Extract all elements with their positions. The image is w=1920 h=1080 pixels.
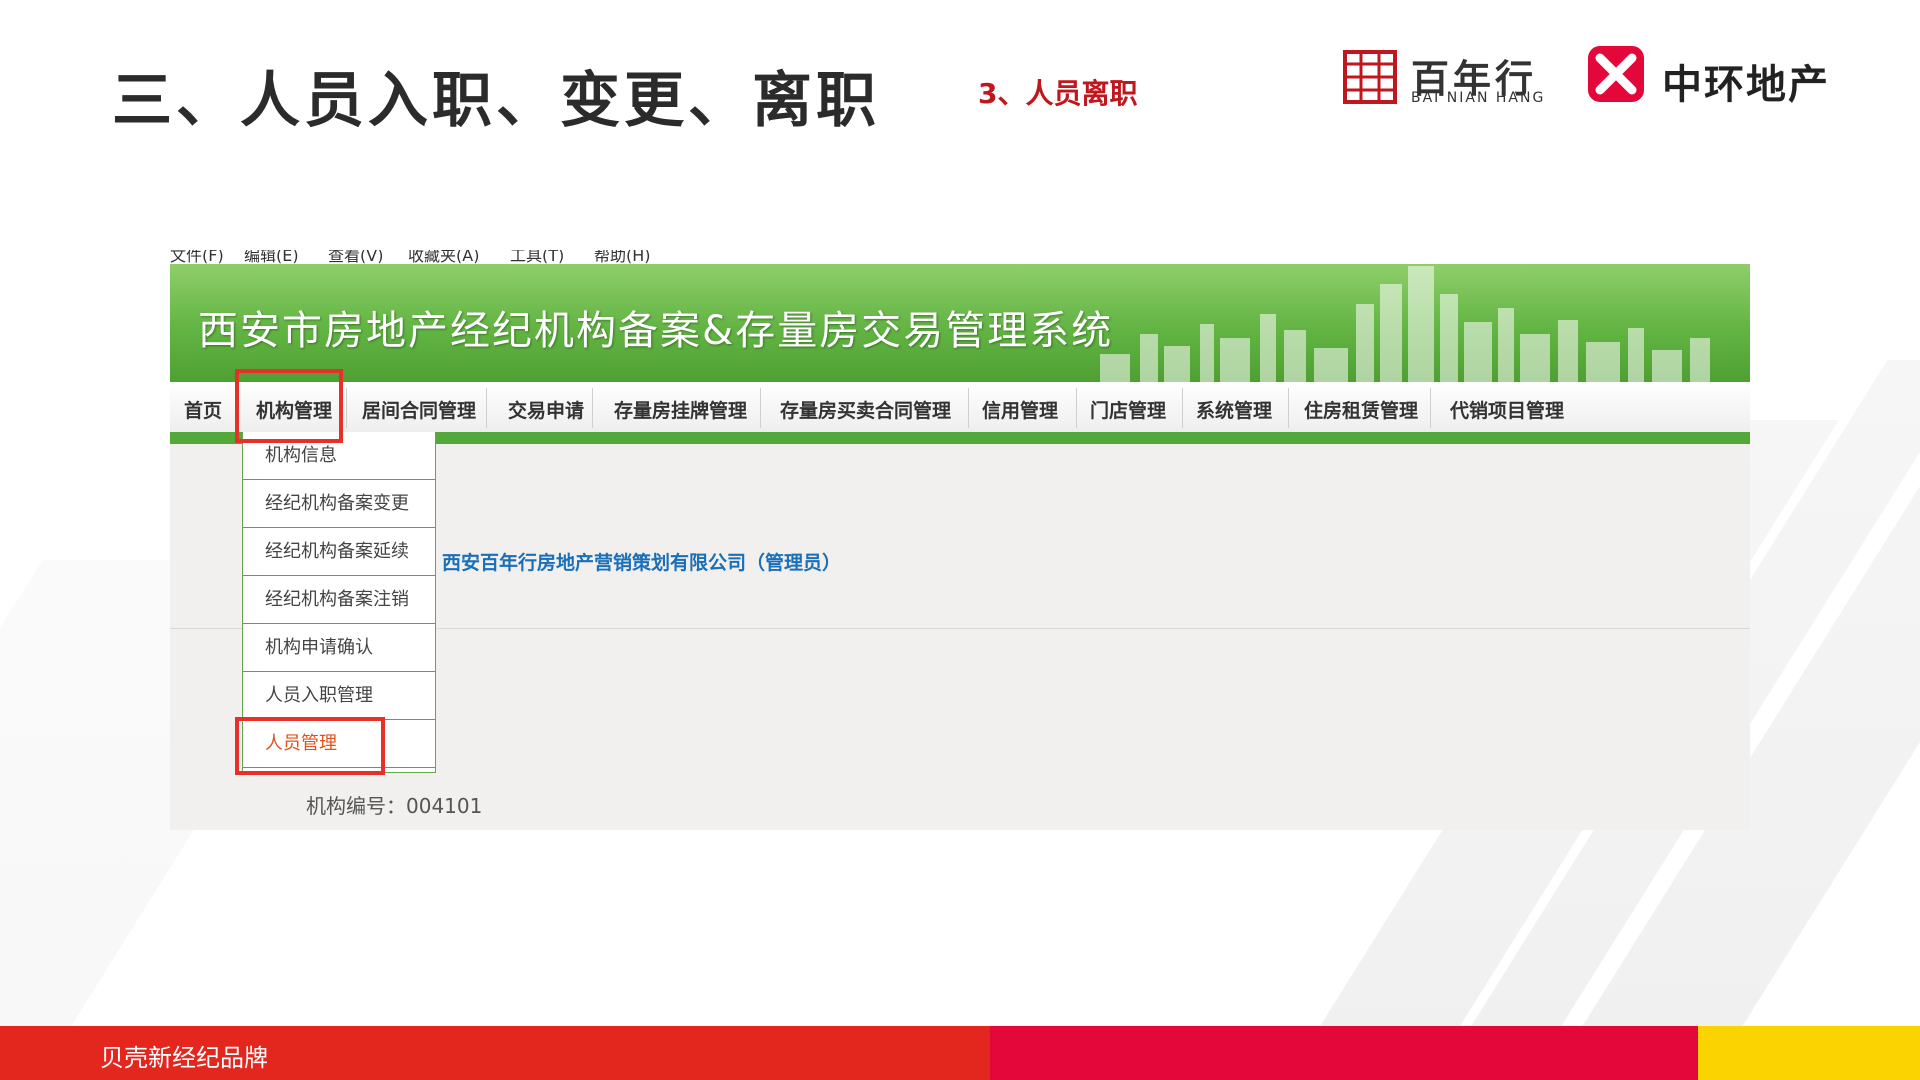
slide-title: 三、人员入职、变更、离职	[112, 66, 880, 136]
bainianhang-mark-icon	[1343, 50, 1397, 104]
menu-item-filing-change[interactable]: 经纪机构备案变更	[243, 480, 435, 528]
browser-menu-view[interactable]: 查看(V)	[328, 250, 383, 264]
nav-store-management[interactable]: 门店管理	[1090, 396, 1166, 423]
nav-credit-management[interactable]: 信用管理	[982, 396, 1058, 423]
banner-title: 西安市房地产经纪机构备案&存量房交易管理系统	[198, 308, 1114, 354]
menu-item-filing-cancel[interactable]: 经纪机构备案注销	[243, 576, 435, 624]
nav-agency-project[interactable]: 代销项目管理	[1450, 396, 1564, 423]
zhonghuan-logo-text: 中环地产	[1662, 62, 1830, 108]
browser-menu-help[interactable]: 帮助(H)	[594, 250, 651, 264]
browser-menu-favorites[interactable]: 收藏夹(A)	[408, 250, 479, 264]
nav-rental-management[interactable]: 住房租赁管理	[1304, 396, 1418, 423]
nav-system-management[interactable]: 系统管理	[1196, 396, 1272, 423]
footer-crimson-segment	[990, 1026, 1698, 1080]
menu-item-application-confirm[interactable]: 机构申请确认	[243, 624, 435, 672]
nav-brokerage-contract[interactable]: 居间合同管理	[362, 396, 476, 423]
bainianhang-logo-english: BAI NIAN HANG	[1411, 90, 1546, 106]
nav-separator	[486, 388, 487, 428]
nav-separator	[760, 388, 761, 428]
footer-yellow-segment	[1698, 1026, 1920, 1080]
nav-separator	[592, 388, 593, 428]
system-banner: 西安市房地产经纪机构备案&存量房交易管理系统	[170, 264, 1750, 382]
browser-menu-file[interactable]: 文件(F)	[170, 250, 224, 264]
nav-separator	[1076, 388, 1077, 428]
browser-menu-edit[interactable]: 编辑(E)	[244, 250, 299, 264]
menu-item-onboarding[interactable]: 人员入职管理	[243, 672, 435, 720]
nav-sale-contract[interactable]: 存量房买卖合同管理	[780, 396, 951, 423]
nav-separator	[346, 388, 347, 428]
nav-separator	[1288, 388, 1289, 428]
bainianhang-logo: 百年行 BAI NIAN HANG	[1343, 50, 1558, 106]
zhonghuan-mark-icon	[1588, 46, 1644, 102]
highlight-org-management	[235, 369, 343, 443]
company-name: 西安百年行房地产营销策划有限公司（管理员）	[442, 552, 842, 574]
footer-brand: 贝壳新经纪品牌	[100, 1044, 268, 1072]
nav-listing-management[interactable]: 存量房挂牌管理	[614, 396, 747, 423]
highlight-staff-management	[235, 717, 385, 775]
browser-menu-bar: 文件(F) 编辑(E) 查看(V) 收藏夹(A) 工具(T) 帮助(H)	[170, 250, 1750, 264]
nav-separator	[1182, 388, 1183, 428]
city-skyline-icon	[1100, 266, 1710, 382]
org-number: 机构编号：004101	[306, 794, 483, 818]
menu-item-filing-renewal[interactable]: 经纪机构备案延续	[243, 528, 435, 576]
nav-home[interactable]: 首页	[184, 396, 222, 423]
nav-separator	[1430, 388, 1431, 428]
system-screenshot: 文件(F) 编辑(E) 查看(V) 收藏夹(A) 工具(T) 帮助(H) 西安市…	[170, 250, 1750, 830]
browser-menu-tools[interactable]: 工具(T)	[510, 250, 564, 264]
nav-trade-application[interactable]: 交易申请	[508, 396, 584, 423]
footer-bar: 贝壳新经纪品牌	[0, 1026, 1920, 1080]
zhonghuan-logo: 中环地产	[1588, 46, 1858, 108]
slide-subtitle: 3、人员离职	[978, 77, 1138, 110]
nav-separator	[968, 388, 969, 428]
